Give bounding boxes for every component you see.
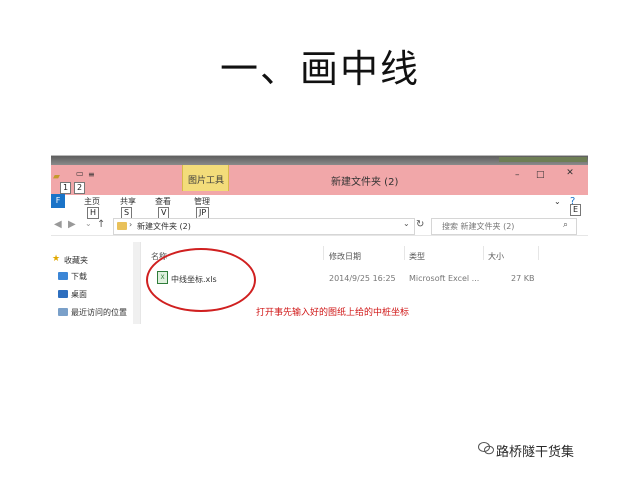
window-title: 新建文件夹 (2) bbox=[331, 177, 399, 188]
pane-divider[interactable] bbox=[140, 242, 141, 324]
green-bar bbox=[499, 157, 587, 162]
top-strip bbox=[51, 156, 588, 165]
quick-access-key-2[interactable]: 2 bbox=[74, 182, 86, 194]
sidebar-item-desktop[interactable]: 桌面 bbox=[71, 289, 87, 300]
tab-view[interactable]: 查看 bbox=[155, 196, 171, 207]
file-type: Microsoft Excel ... bbox=[409, 274, 480, 283]
wechat-icon bbox=[478, 442, 494, 455]
refresh-icon[interactable]: ↻ bbox=[416, 219, 424, 230]
expand-ribbon-icon[interactable]: ⌄ bbox=[554, 197, 561, 206]
address-dropdown-icon[interactable]: ⌄ bbox=[403, 219, 410, 228]
folder-icon[interactable]: ▰ bbox=[53, 172, 60, 182]
sidebar-item-recent-places[interactable]: 最近访问的位置 bbox=[71, 307, 127, 318]
customize-dropdown-icon[interactable]: ≡ bbox=[88, 170, 95, 179]
column-separator[interactable] bbox=[538, 246, 539, 260]
minimize-button[interactable]: – bbox=[515, 170, 520, 180]
address-path[interactable]: 新建文件夹 (2) bbox=[137, 221, 191, 232]
recent-locations-icon[interactable]: ⌄ bbox=[85, 219, 92, 228]
recent-places-icon bbox=[58, 308, 68, 316]
search-input[interactable]: 搜索 新建文件夹 (2) bbox=[442, 221, 514, 232]
red-highlight-circle bbox=[146, 248, 256, 312]
slide-title: 一、画中线 bbox=[219, 47, 420, 91]
close-button[interactable]: ✕ bbox=[555, 168, 585, 182]
file-menu-button[interactable]: F bbox=[51, 194, 65, 208]
tab-home[interactable]: 主页 bbox=[84, 196, 100, 207]
quick-access-icon[interactable]: ▭ bbox=[76, 169, 84, 178]
file-modified: 2014/9/25 16:25 bbox=[329, 274, 396, 283]
sidebar-item-favorites[interactable]: 收藏夹 bbox=[64, 255, 88, 266]
back-button-icon[interactable]: ◀ bbox=[54, 219, 62, 230]
folder-icon bbox=[117, 222, 127, 230]
title-bar bbox=[51, 165, 588, 195]
explorer-window-screenshot: ▰ 1 2 ▭ ≡ 图片工具 新建文件夹 (2) – □ ✕ F 主页 H 共享… bbox=[51, 155, 588, 324]
help-key: E bbox=[570, 204, 582, 216]
column-separator[interactable] bbox=[323, 246, 324, 260]
download-folder-icon bbox=[58, 272, 68, 280]
maximize-button[interactable]: □ bbox=[536, 170, 545, 180]
column-header-size[interactable]: 大小 bbox=[488, 251, 504, 262]
column-separator[interactable] bbox=[404, 246, 405, 260]
forward-button-icon[interactable]: ▶ bbox=[68, 219, 76, 230]
sidebar-item-downloads[interactable]: 下载 bbox=[71, 271, 87, 282]
annotation-note: 打开事先输入好的图纸上给的中桩坐标 bbox=[256, 308, 410, 318]
breadcrumb-separator-icon: › bbox=[129, 220, 133, 229]
file-size: 27 KB bbox=[511, 274, 535, 283]
quick-access-key-1[interactable]: 1 bbox=[60, 182, 72, 194]
desktop-icon bbox=[58, 290, 68, 298]
star-icon: ★ bbox=[52, 254, 61, 264]
column-header-modified[interactable]: 修改日期 bbox=[329, 251, 361, 262]
picture-tools-context-tab[interactable]: 图片工具 bbox=[182, 165, 229, 191]
up-button-icon[interactable]: ↑ bbox=[97, 219, 105, 230]
tab-share[interactable]: 共享 bbox=[120, 196, 136, 207]
tab-manage[interactable]: 管理 bbox=[194, 196, 210, 207]
column-header-type[interactable]: 类型 bbox=[409, 251, 425, 262]
search-icon[interactable]: ⌕ bbox=[563, 220, 568, 230]
column-separator[interactable] bbox=[483, 246, 484, 260]
watermark-text: 路桥隧干货集 bbox=[496, 445, 575, 460]
